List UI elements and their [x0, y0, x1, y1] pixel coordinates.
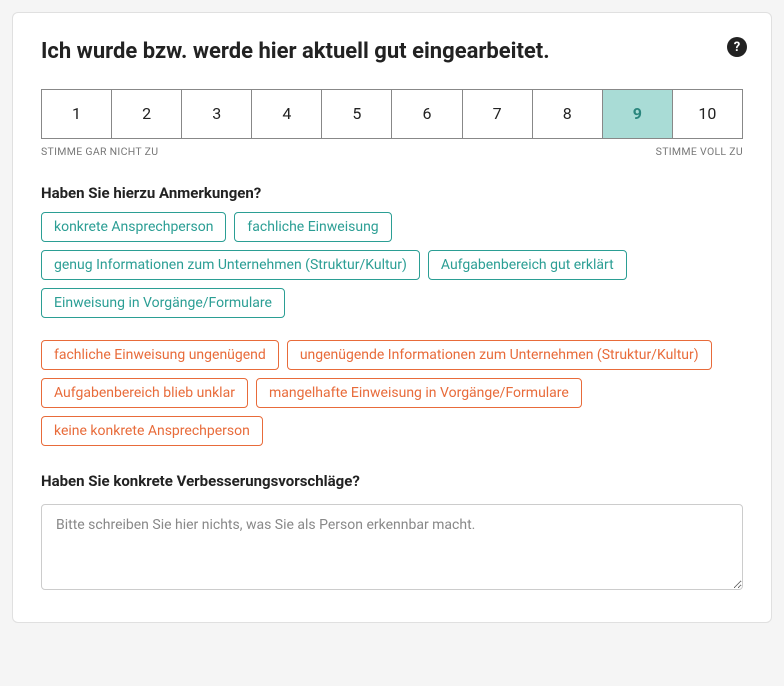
suggestions-textarea[interactable]	[41, 504, 743, 590]
negative-chip-3[interactable]: mangelhafte Einweisung in Vorgänge/Formu…	[256, 378, 582, 408]
help-icon[interactable]: ?	[727, 37, 747, 57]
survey-card: ? Ich wurde bzw. werde hier aktuell gut …	[12, 12, 772, 623]
scale-option-4[interactable]: 4	[252, 90, 322, 138]
negative-chip-1[interactable]: ungenügende Informationen zum Unternehme…	[287, 340, 712, 370]
positive-chip-4[interactable]: Einweisung in Vorgänge/Formulare	[41, 288, 285, 318]
scale-option-5[interactable]: 5	[322, 90, 392, 138]
scale-min-label: STIMME GAR NICHT ZU	[41, 145, 158, 158]
remarks-heading: Haben Sie hierzu Anmerkungen?	[41, 184, 743, 202]
scale-max-label: STIMME VOLL ZU	[656, 145, 743, 158]
scale-option-10[interactable]: 10	[673, 90, 742, 138]
positive-chip-1[interactable]: fachliche Einweisung	[234, 212, 391, 242]
scale-option-8[interactable]: 8	[533, 90, 603, 138]
scale-option-7[interactable]: 7	[463, 90, 533, 138]
positive-chip-3[interactable]: Aufgabenbereich gut erklärt	[428, 250, 627, 280]
scale-option-9[interactable]: 9	[603, 90, 673, 138]
scale-option-2[interactable]: 2	[112, 90, 182, 138]
scale-option-1[interactable]: 1	[42, 90, 112, 138]
scale-option-3[interactable]: 3	[182, 90, 252, 138]
negative-chip-0[interactable]: fachliche Einweisung ungenügend	[41, 340, 279, 370]
rating-scale: 12345678910	[41, 89, 743, 139]
negative-chip-2[interactable]: Aufgabenbereich blieb unklar	[41, 378, 248, 408]
scale-option-6[interactable]: 6	[392, 90, 462, 138]
positive-chip-group: konkrete Ansprechperson fachliche Einweis…	[41, 212, 743, 318]
negative-chip-4[interactable]: keine konkrete Ansprechperson	[41, 416, 263, 446]
positive-chip-2[interactable]: genug Informationen zum Unternehmen (Str…	[41, 250, 420, 280]
suggestions-heading: Haben Sie konkrete Verbesserungsvorschlä…	[41, 472, 743, 490]
positive-chip-0[interactable]: konkrete Ansprechperson	[41, 212, 226, 242]
question-title: Ich wurde bzw. werde hier aktuell gut ei…	[41, 37, 703, 67]
scale-anchors: STIMME GAR NICHT ZU STIMME VOLL ZU	[41, 145, 743, 158]
negative-chip-group: fachliche Einweisung ungenügend ungenügen…	[41, 340, 743, 446]
